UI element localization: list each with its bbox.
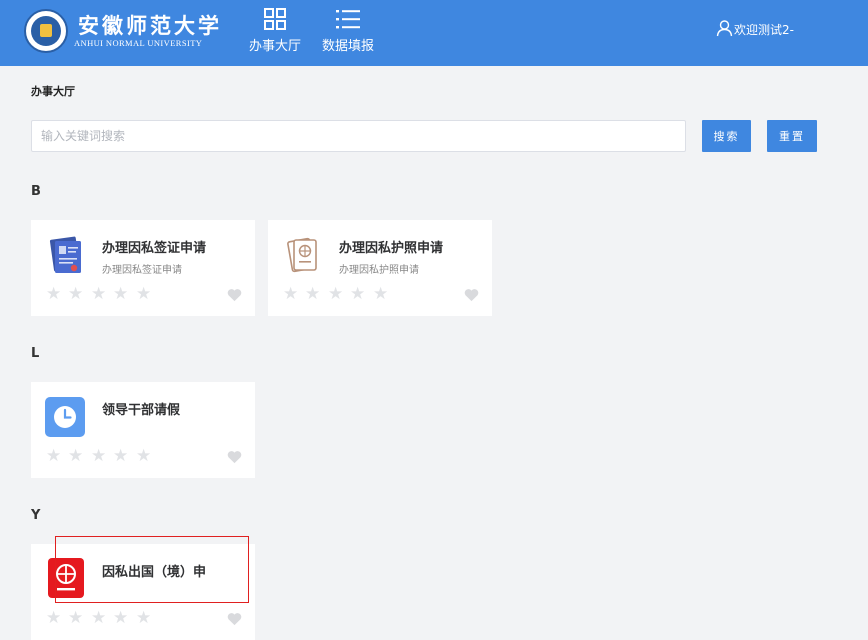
star-icon[interactable]: ★	[46, 286, 63, 303]
service-subtitle: 办理因私护照申请	[339, 265, 419, 276]
star-icon[interactable]: ★	[68, 286, 85, 303]
star-icon[interactable]: ★	[113, 286, 130, 303]
star-icon[interactable]: ★	[328, 286, 345, 303]
nav-item-data-report[interactable]: 数据填报	[320, 8, 376, 60]
service-card-leader-leave[interactable]: 领导干部请假 ★ ★ ★ ★ ★	[31, 382, 255, 478]
star-icon[interactable]: ★	[305, 286, 322, 303]
star-icon[interactable]: ★	[373, 286, 390, 303]
star-icon[interactable]: ★	[350, 286, 367, 303]
nav-label-data-report: 数据填报	[321, 39, 374, 54]
university-name-cn: 安徽师范大学	[78, 13, 222, 38]
service-title: 办理因私护照申请	[339, 241, 444, 256]
star-icon[interactable]: ★	[91, 448, 108, 465]
service-title: 办理因私签证申请	[102, 241, 207, 256]
top-navigation-bar: 安徽师范大学 ANHUI NORMAL UNIVERSITY 办事大厅 数据填报…	[0, 0, 868, 66]
group-letter-y: Y	[31, 508, 41, 523]
star-icon[interactable]: ★	[46, 610, 63, 627]
nav-item-service-hall[interactable]: 办事大厅	[248, 8, 302, 60]
star-icon[interactable]: ★	[136, 448, 153, 465]
breadcrumb: 办事大厅	[31, 85, 75, 98]
user-icon	[716, 20, 733, 37]
star-icon[interactable]: ★	[46, 448, 63, 465]
star-icon[interactable]: ★	[136, 610, 153, 627]
university-name-en: ANHUI NORMAL UNIVERSITY	[74, 38, 203, 48]
passport-icon	[287, 237, 317, 273]
star-icon[interactable]: ★	[113, 448, 130, 465]
logo-emblem-icon	[31, 16, 61, 46]
star-icon[interactable]: ★	[68, 448, 85, 465]
group-letter-l: L	[31, 346, 40, 361]
star-icon[interactable]: ★	[113, 610, 130, 627]
clock-icon	[45, 397, 85, 437]
service-subtitle: 办理因私签证申请	[102, 265, 182, 276]
visa-document-icon	[49, 236, 81, 273]
service-card-private-visa[interactable]: 办理因私签证申请 办理因私签证申请 ★ ★ ★ ★ ★	[31, 220, 255, 316]
reset-button[interactable]: 重置	[767, 120, 817, 152]
service-title: 领导干部请假	[102, 403, 181, 418]
star-icon[interactable]: ★	[283, 286, 300, 303]
star-icon[interactable]: ★	[91, 286, 108, 303]
favorite-heart-icon[interactable]	[227, 612, 242, 626]
group-letter-b: B	[31, 184, 41, 199]
user-menu[interactable]: 欢迎测试2-	[716, 20, 794, 38]
star-icon[interactable]: ★	[68, 610, 85, 627]
star-icon[interactable]: ★	[136, 286, 153, 303]
grid-icon	[264, 8, 286, 30]
list-icon	[336, 10, 360, 29]
favorite-heart-icon[interactable]	[227, 288, 242, 302]
welcome-user-text: 欢迎测试2-	[734, 23, 794, 37]
favorite-heart-icon[interactable]	[227, 450, 242, 464]
search-button[interactable]: 搜索	[702, 120, 751, 152]
university-logo[interactable]	[24, 9, 68, 53]
search-input[interactable]	[31, 120, 686, 152]
star-icon[interactable]: ★	[91, 610, 108, 627]
selection-highlight-box	[55, 536, 249, 603]
service-card-private-passport[interactable]: 办理因私护照申请 办理因私护照申请 ★ ★ ★ ★ ★	[268, 220, 492, 316]
nav-label-service-hall: 办事大厅	[248, 39, 301, 54]
favorite-heart-icon[interactable]	[464, 288, 479, 302]
